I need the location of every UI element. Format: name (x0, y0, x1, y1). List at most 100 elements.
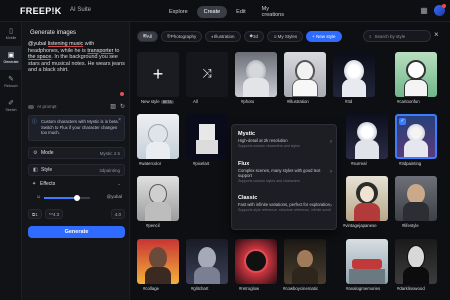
generate-button[interactable]: Generate (28, 226, 125, 238)
astronaut-body (292, 79, 318, 97)
rail-item-generate[interactable]: ▣ Generate (0, 46, 22, 70)
tile-3d[interactable] (333, 52, 375, 97)
option-title: Mystic (238, 131, 256, 137)
tile-new-style[interactable]: + (137, 52, 179, 97)
tile-darklinowood[interactable] (395, 239, 437, 284)
tile-surreal[interactable] (346, 114, 388, 159)
mode-option-flux[interactable]: Flux Complex scenes, many styles with go… (238, 161, 332, 183)
mode-option-classic[interactable]: Classic Fast with infinite variations, p… (238, 195, 332, 212)
tile-cowboycinematic[interactable] (284, 239, 326, 284)
search-placeholder: Search by style (374, 33, 406, 39)
ai-prompt-toggle[interactable] (28, 104, 34, 109)
tile-analogmemories[interactable] (346, 239, 388, 284)
tab-explore[interactable]: Explore (162, 6, 195, 18)
style-icon: ◧ (33, 167, 38, 173)
reset-icon[interactable]: ↻ (120, 103, 125, 110)
brush-icon: ✎ (8, 76, 14, 83)
filter-my-styles[interactable]: ☺ My Styles (266, 30, 304, 42)
tile-label: #3d (345, 99, 353, 104)
chevron-right-icon: › (330, 169, 332, 175)
astronaut-body (146, 142, 170, 159)
car-shape (352, 259, 382, 269)
info-text: Custom characters with Mystic is in beta… (41, 119, 119, 135)
tile-retroglow[interactable] (235, 239, 277, 284)
style-selector[interactable]: ◧ Style 3dpainting (28, 164, 125, 176)
tile-photo[interactable] (235, 52, 277, 97)
filter-photography[interactable]: ◎ Photography (160, 30, 203, 42)
tile-watercolor[interactable] (137, 114, 179, 159)
filter-3d[interactable]: ◆ 3d (243, 30, 264, 42)
mode-selector[interactable]: ⚙ Mode Mystic 2.5 (28, 147, 125, 159)
tile-label: #darklinowood (397, 286, 425, 291)
tile-vintagejapanese[interactable] (346, 176, 388, 221)
tile-label-text: New style (141, 99, 160, 104)
plus-icon: + (152, 64, 164, 84)
tile-glitchart[interactable] (186, 239, 228, 284)
tile-3dpainting[interactable]: ✓ (395, 114, 437, 159)
search-icon: ⌕ (369, 33, 372, 39)
option-title: Classic (238, 195, 258, 201)
main-nav: Explore Create Edit My creations (162, 4, 297, 19)
tile-label: #watercolor (139, 161, 162, 166)
filter-all[interactable]: ⊞ All (137, 30, 158, 42)
effects-selector[interactable]: ✦ Effects ⌄ (28, 178, 125, 190)
tile-cartoonfun[interactable] (395, 52, 437, 97)
person-face (407, 184, 425, 204)
tile-label: #cartoonfun (397, 99, 420, 104)
grid-apps-icon[interactable]: ▦ (419, 6, 429, 16)
chip-label: All (146, 33, 152, 39)
new-style-button[interactable]: + New style (306, 30, 342, 42)
ratio-value: 4:3 (53, 211, 60, 217)
slider-knob[interactable] (74, 195, 80, 201)
close-icon[interactable]: × (434, 30, 439, 39)
tile-lifestyle[interactable] (395, 176, 437, 221)
tile-label: #collage (143, 286, 160, 291)
rail-item-retouch[interactable]: ✎ Retouch (0, 70, 22, 94)
panel-title: Generate images (30, 30, 77, 36)
style-label: Style (41, 167, 53, 173)
tile-collage[interactable] (137, 239, 179, 284)
person-face (149, 247, 167, 269)
suite-label: AI Suite (70, 7, 92, 13)
style-search-input[interactable]: ⌕ Search by style (363, 30, 431, 42)
rail-label: Mobile (5, 36, 17, 40)
close-icon[interactable]: × (118, 117, 121, 124)
count-value: 1 (35, 211, 38, 217)
generate-panel: Generate images @yubal listening music w… (22, 22, 130, 300)
output-settings-row: ⧉ 1 ▭ 4:3 4.0 (28, 208, 125, 220)
tile-pixelart[interactable] (186, 114, 228, 159)
beta-badge: BETA (160, 100, 174, 104)
tile-label: All (193, 99, 198, 104)
tile-pencil[interactable] (137, 176, 179, 221)
option-desc: High-detail at 2k resolution (238, 138, 288, 143)
tab-my-creations[interactable]: My creations (255, 3, 297, 21)
person-face (297, 250, 313, 268)
tile-label: #retroglow (239, 286, 260, 291)
chevron-down-icon: ⌄ (117, 181, 121, 186)
prompt-highlight: the space (28, 54, 52, 61)
prompt-textarea[interactable]: @yubal listening music with headphones, … (28, 41, 125, 101)
version-select[interactable]: 4.0 (110, 209, 125, 219)
image-count-select[interactable]: ⧉ 1 (28, 209, 42, 219)
rail-item-mobile[interactable]: ▯ Mobile (0, 22, 22, 46)
tab-edit[interactable]: Edit (229, 6, 252, 18)
character-strength-slider[interactable]: ☺ @yubal (36, 194, 124, 202)
mode-value: Mystic 2.5 (99, 150, 120, 156)
aspect-ratio-select[interactable]: ▭ 4:3 (44, 209, 64, 219)
tile-illustration[interactable] (284, 52, 326, 97)
freepik-logo[interactable]: FREEP!K (20, 6, 62, 16)
tab-create[interactable]: Create (196, 5, 228, 18)
person-body (194, 267, 220, 284)
tile-all[interactable]: ⤨ (186, 52, 228, 97)
shuffle-icon: ⤨ (202, 66, 212, 80)
option-sub: Supports custom characters and styles (238, 144, 300, 149)
rail-item-sketch[interactable]: ✐ Sketch (0, 94, 22, 118)
avatar[interactable] (434, 4, 446, 16)
chip-label: Photography (170, 33, 197, 39)
mode-option-mystic[interactable]: Mystic High-detail at 2k resolution Supp… (238, 131, 332, 148)
filter-illustration[interactable]: ◐ Illustration (205, 30, 241, 42)
astronaut-body (196, 140, 218, 154)
image-upload-icon[interactable]: ▨ (110, 103, 116, 110)
astronaut-helmet (148, 124, 168, 144)
left-rail: ▯ Mobile ▣ Generate ✎ Retouch ✐ Sketch (0, 22, 22, 300)
